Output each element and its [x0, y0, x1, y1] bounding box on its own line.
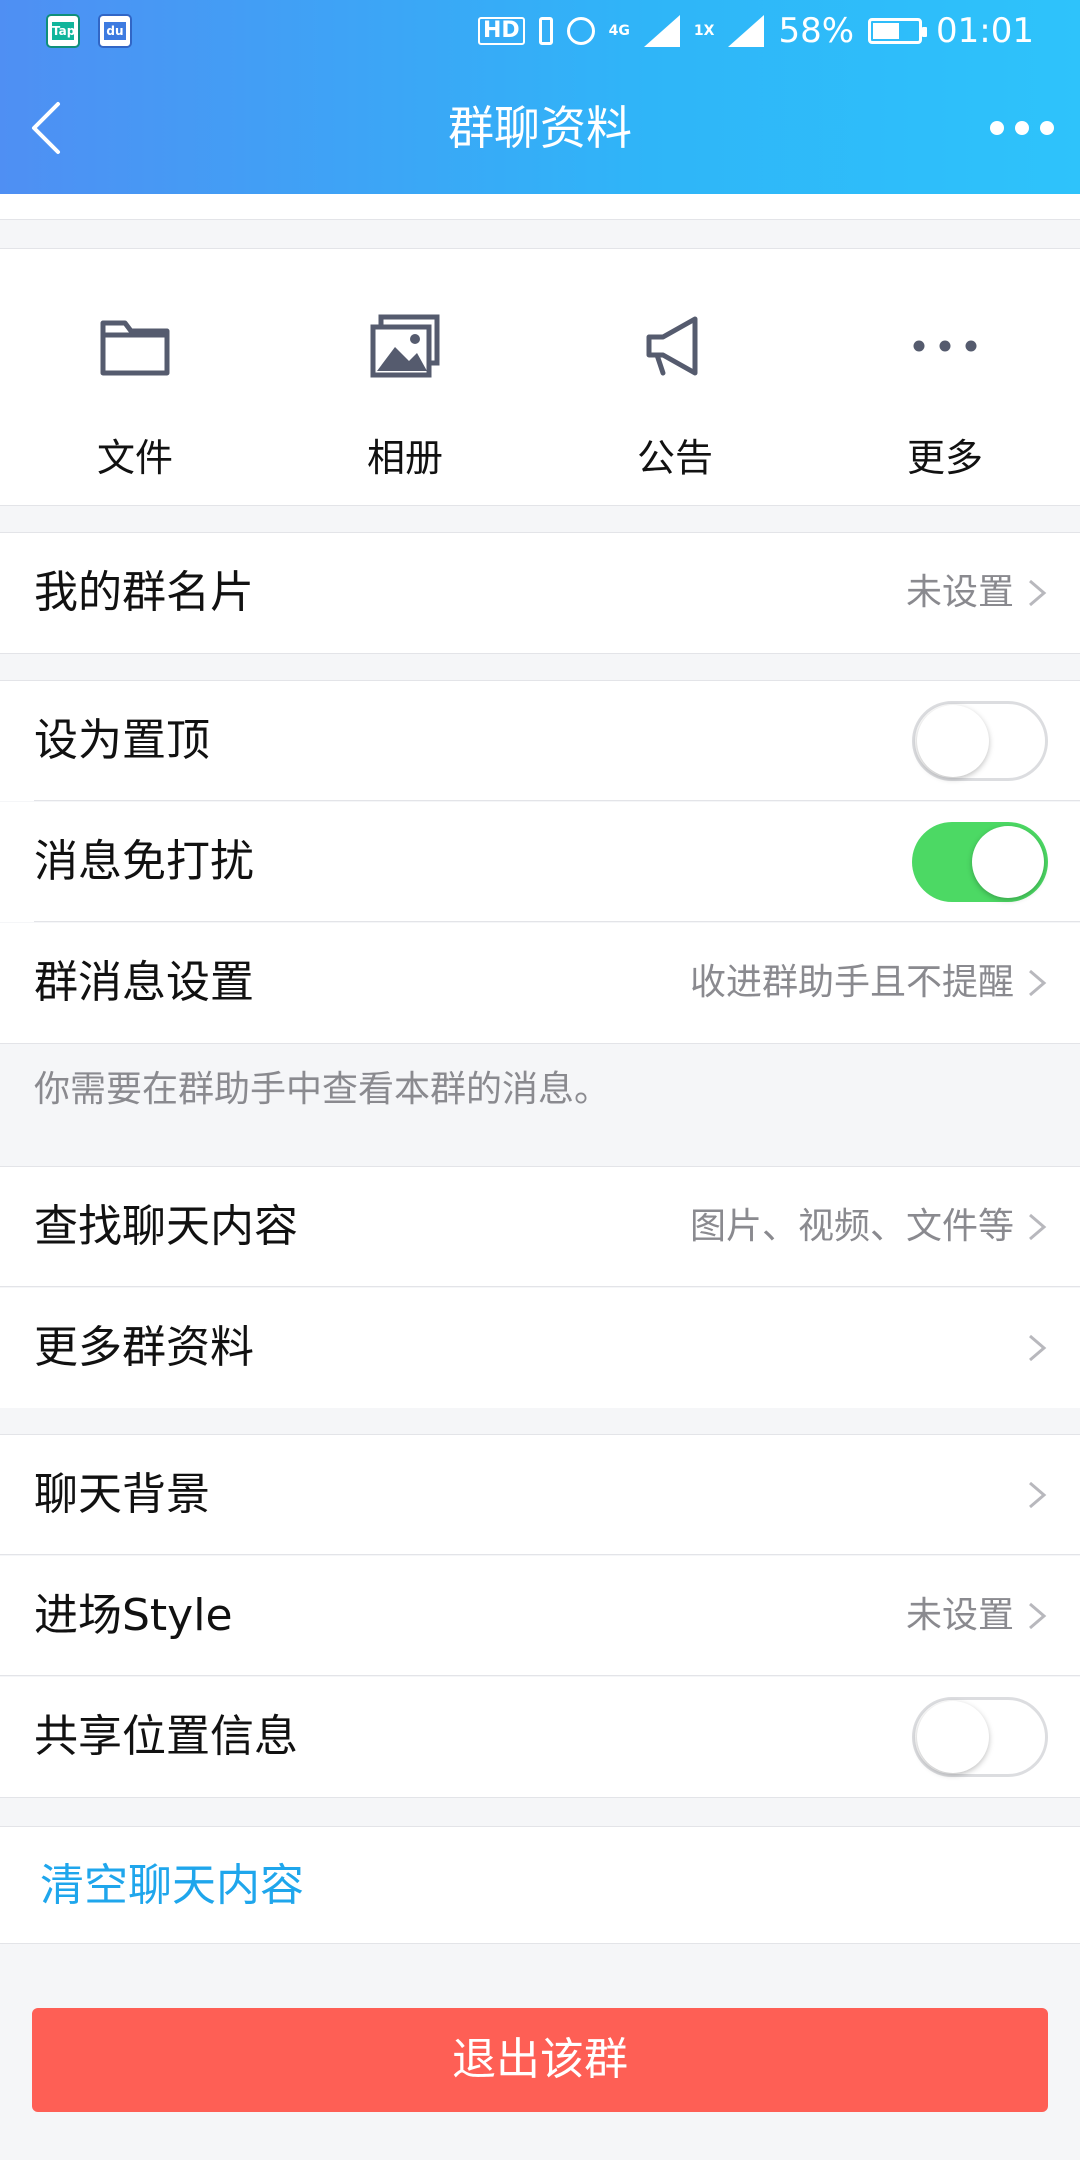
divider — [0, 1675, 1080, 1676]
row-chat-background[interactable]: 聊天背景 — [0, 1435, 1080, 1555]
row-value: 图片、视频、文件等 — [689, 1206, 1014, 1247]
status-icons: HD 4G 1X 58% 01:01 — [477, 8, 1034, 54]
row-share-location: 共享位置信息 — [0, 1677, 1080, 1797]
chevron-right-icon — [1029, 1481, 1047, 1509]
row-search-chat[interactable]: 查找聊天内容 图片、视频、文件等 — [0, 1167, 1080, 1287]
row-label: 消息免打扰 — [34, 836, 254, 887]
message-settings-section: 设为置顶 消息免打扰 群消息设置 收进群助手且不提醒 — [0, 680, 1080, 1044]
row-label: 设为置顶 — [34, 715, 210, 766]
row-label: 更多群资料 — [34, 1322, 254, 1373]
network-1x-label: 1X — [693, 23, 715, 39]
divider — [0, 1286, 1080, 1287]
row-entry-style[interactable]: 进场Style 未设置 — [0, 1556, 1080, 1676]
dot-icon — [1040, 121, 1054, 135]
chevron-right-icon — [1029, 969, 1047, 997]
chevron-right-icon — [1029, 579, 1047, 607]
row-value: 未设置 — [905, 1595, 1014, 1636]
alarm-icon — [566, 17, 595, 45]
row-label: 共享位置信息 — [34, 1711, 298, 1762]
divider — [34, 800, 1080, 801]
chevron-right-icon — [1029, 1334, 1047, 1362]
battery-fill — [873, 23, 900, 39]
network-4g-label: 4G — [608, 23, 630, 39]
battery-percent: 58% — [778, 11, 855, 51]
divider — [0, 1554, 1080, 1555]
battery-icon — [868, 18, 928, 44]
row-label: 我的群名片 — [34, 567, 254, 618]
quick-action-files[interactable]: 文件 — [0, 249, 270, 507]
personalization-section: 聊天背景 进场Style 未设置 共享位置信息 — [0, 1434, 1080, 1798]
clock-time: 01:01 — [936, 11, 1034, 51]
row-value: 收进群助手且不提醒 — [689, 962, 1014, 1003]
toggle-knob — [917, 705, 989, 777]
chat-content-section: 查找聊天内容 图片、视频、文件等 更多群资料 — [0, 1166, 1080, 1408]
clear-chat-label: 清空聊天内容 — [40, 1860, 304, 1911]
do-not-disturb-toggle[interactable] — [912, 822, 1048, 902]
quick-actions: 文件 相册 公告 更多 — [0, 248, 1080, 506]
exit-group-button[interactable]: 退出该群 — [32, 2008, 1048, 2112]
du-app-label: du — [104, 22, 126, 40]
nav-bar: 群聊资料 — [0, 62, 1080, 194]
tap-app-label: Tap — [52, 22, 76, 40]
row-label: 进场Style — [34, 1590, 233, 1641]
folder-icon — [100, 320, 170, 376]
group-helper-hint: 你需要在群助手中查看本群的消息。 — [34, 1069, 611, 1110]
more-options-button[interactable] — [990, 110, 1054, 146]
header-strip — [0, 194, 1080, 220]
toggle-knob — [917, 1701, 989, 1773]
status-bar: Tap du HD 4G 1X 58% 01:01 — [0, 0, 1080, 62]
chevron-right-icon — [1029, 1213, 1047, 1241]
row-label: 聊天背景 — [34, 1469, 210, 1520]
hd-icon: HD — [477, 17, 525, 45]
divider — [34, 921, 1080, 922]
quick-action-label: 更多 — [906, 436, 983, 480]
clear-chat-button[interactable]: 清空聊天内容 — [0, 1826, 1080, 1944]
quick-action-label: 相册 — [366, 436, 443, 480]
row-value: 未设置 — [905, 572, 1014, 613]
toggle-knob — [972, 826, 1044, 898]
pin-top-toggle[interactable] — [912, 701, 1048, 781]
row-label: 群消息设置 — [34, 957, 254, 1008]
row-do-not-disturb: 消息免打扰 — [0, 802, 1080, 922]
row-group-card[interactable]: 我的群名片 未设置 — [0, 533, 1080, 653]
row-pin-top: 设为置顶 — [0, 681, 1080, 801]
signal-icon — [643, 15, 680, 47]
row-group-message-settings[interactable]: 群消息设置 收进群助手且不提醒 — [0, 923, 1080, 1043]
signal-icon-2 — [728, 15, 765, 47]
vibrate-icon — [538, 17, 553, 45]
more-dots-icon — [913, 340, 977, 352]
dot-icon — [1015, 121, 1029, 135]
row-label: 查找聊天内容 — [34, 1201, 298, 1252]
quick-action-label: 公告 — [636, 436, 713, 480]
quick-action-more[interactable]: 更多 — [810, 249, 1080, 507]
quick-action-label: 文件 — [96, 436, 173, 480]
du-app-icon: du — [98, 14, 132, 48]
tap-app-icon: Tap — [46, 14, 80, 48]
dot-icon — [990, 121, 1004, 135]
chevron-right-icon — [1029, 1602, 1047, 1630]
row-more-group-info[interactable]: 更多群资料 — [0, 1288, 1080, 1408]
quick-action-announcement[interactable]: 公告 — [540, 249, 810, 507]
page-title: 群聊资料 — [448, 101, 632, 155]
photo-album-icon — [370, 314, 440, 378]
group-card-section: 我的群名片 未设置 — [0, 532, 1080, 654]
share-location-toggle[interactable] — [912, 1697, 1048, 1777]
quick-action-album[interactable]: 相册 — [270, 249, 540, 507]
megaphone-icon — [646, 316, 698, 376]
